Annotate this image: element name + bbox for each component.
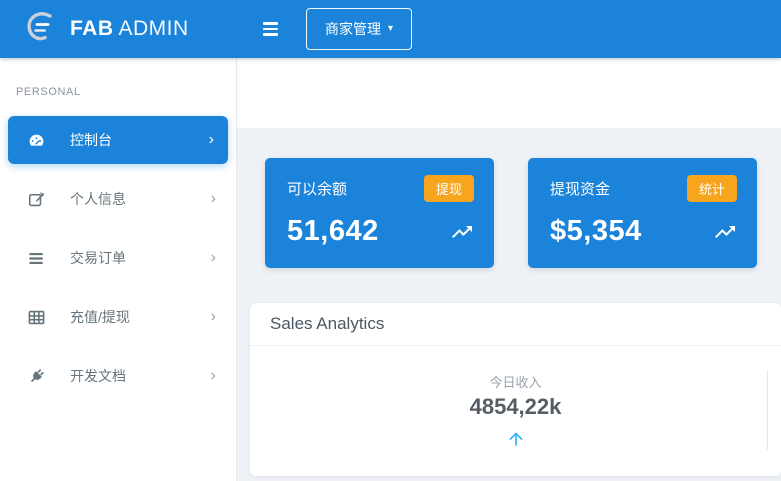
- withdraw-funds-value: $5,354: [550, 215, 642, 248]
- sidebar-menu: 控制台 › 个人信息 › 交易订单: [0, 116, 236, 400]
- sales-analytics-body: 今日收入 4854,22k: [250, 346, 781, 478]
- merchant-management-dropdown[interactable]: 商家管理 ▾: [306, 8, 412, 50]
- chevron-right-icon: ›: [211, 368, 216, 384]
- caret-down-icon: ▾: [388, 24, 393, 34]
- sidebar-item-dev-docs[interactable]: 开发文档 ›: [0, 352, 236, 400]
- sales-analytics-title: Sales Analytics: [250, 303, 781, 346]
- withdraw-funds-label: 提现资金: [550, 178, 610, 199]
- withdraw-button[interactable]: 提现: [424, 175, 474, 202]
- sidebar-item-label: 开发文档: [70, 366, 211, 386]
- column-divider: [767, 370, 768, 450]
- withdraw-funds-card: 提现资金 统计 $5,354: [528, 158, 757, 268]
- trending-up-icon: [450, 220, 474, 244]
- chevron-right-icon: ›: [211, 191, 216, 207]
- brand-logo-icon: [22, 9, 58, 49]
- sidebar-item-label: 充值/提现: [70, 307, 211, 327]
- balance-value: 51,642: [287, 215, 379, 248]
- sidebar-item-dashboard[interactable]: 控制台 ›: [8, 116, 228, 164]
- brand-logo[interactable]: FABADMIN: [0, 0, 237, 58]
- sidebar-item-orders[interactable]: 交易订单 ›: [0, 234, 236, 282]
- sidebar-item-profile[interactable]: 个人信息 ›: [0, 175, 236, 223]
- balance-card: 可以余额 提现 51,642: [265, 158, 494, 268]
- brand-title: FABADMIN: [70, 17, 189, 41]
- sidebar-item-label: 交易订单: [70, 248, 211, 268]
- sidebar-section-label: PERSONAL: [16, 86, 236, 98]
- statistics-button[interactable]: 统计: [687, 175, 737, 202]
- gauge-icon: [27, 131, 46, 150]
- sidebar-item-label: 控制台: [70, 130, 209, 150]
- plug-icon: [27, 367, 46, 386]
- stat-cards-row: 可以余额 提现 51,642 提现资金 统计 $5,354: [237, 128, 781, 268]
- trending-up-icon: [713, 220, 737, 244]
- edit-icon: [27, 190, 46, 209]
- list-icon: [27, 249, 46, 268]
- sidebar-item-label: 个人信息: [70, 189, 211, 209]
- chevron-right-icon: ›: [209, 132, 214, 148]
- main-content: 可以余额 提现 51,642 提现资金 统计 $5,354: [237, 58, 781, 481]
- merchant-management-label: 商家管理: [325, 19, 381, 39]
- brand-title-bold: FAB: [70, 17, 114, 40]
- page-header-band: [237, 58, 781, 128]
- sidebar-item-deposit-withdraw[interactable]: 充值/提现 ›: [0, 293, 236, 341]
- sales-analytics-card: Sales Analytics 今日收入 4854,22k: [250, 303, 781, 476]
- sidebar: PERSONAL 控制台 ›: [0, 58, 237, 481]
- top-header: FABADMIN 商家管理 ▾: [0, 0, 781, 58]
- table-icon: [27, 308, 46, 327]
- today-income-value: 4854,22k: [250, 394, 781, 420]
- chevron-right-icon: ›: [211, 309, 216, 325]
- arrow-up-icon: [250, 429, 781, 454]
- today-income-label: 今日收入: [250, 372, 781, 391]
- sidebar-toggle-hamburger-icon[interactable]: [257, 16, 284, 42]
- chevron-right-icon: ›: [211, 250, 216, 266]
- brand-title-light: ADMIN: [119, 17, 189, 40]
- balance-card-label: 可以余额: [287, 178, 347, 199]
